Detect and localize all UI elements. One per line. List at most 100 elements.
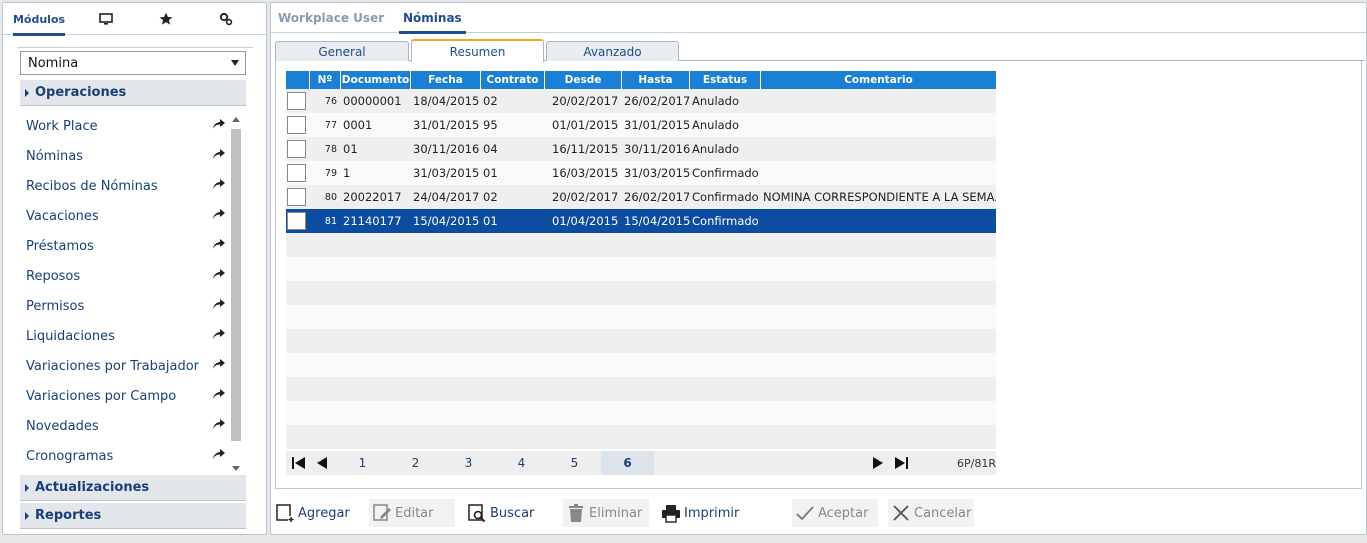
monitor-icon[interactable] bbox=[91, 3, 121, 35]
cell-estatus: Anulado bbox=[692, 142, 740, 156]
table-row[interactable]: 80 20022017 24/04/2017 02 20/02/2017 26/02/20… bbox=[286, 185, 996, 209]
editar-button[interactable]: Editar bbox=[369, 499, 455, 527]
sidebar-item[interactable]: Vacaciones bbox=[26, 201, 226, 231]
cell-contrato: 02 bbox=[483, 190, 498, 204]
cell-n: 78 bbox=[324, 143, 337, 155]
table-row[interactable]: 78 01 30/11/2016 04 16/11/2015 30/11/2016 Anul… bbox=[286, 137, 996, 161]
header-hasta[interactable]: Hasta bbox=[622, 71, 690, 89]
scrollbar[interactable] bbox=[230, 115, 242, 475]
table-row[interactable]: 77 0001 31/01/2015 95 01/01/2015 31/01/2015 An… bbox=[286, 113, 996, 137]
table-row[interactable]: 76 00000001 18/04/2015 02 20/02/2017 26/02/20… bbox=[286, 89, 996, 113]
page-button[interactable]: 2 bbox=[389, 451, 442, 475]
header-fecha[interactable]: Fecha bbox=[411, 71, 481, 89]
sidebar-item[interactable]: Novedades bbox=[26, 411, 226, 441]
eliminar-label: Eliminar bbox=[589, 505, 643, 521]
page-button[interactable]: 1 bbox=[336, 451, 389, 475]
cell-comentario bbox=[761, 209, 996, 233]
sidebar-item[interactable]: Work Place bbox=[26, 111, 226, 141]
sidebar-item[interactable]: Permisos bbox=[26, 291, 226, 321]
imprimir-button[interactable]: Imprimir bbox=[661, 499, 751, 527]
next-page-icon[interactable] bbox=[870, 456, 886, 470]
header-n[interactable]: Nº bbox=[310, 71, 341, 89]
table-row[interactable]: 81 21140177 15/04/2015 01 01/04/2015 15/04/20… bbox=[286, 209, 996, 233]
pager-info: 6P/81R bbox=[957, 456, 996, 470]
page-button[interactable]: 5 bbox=[548, 451, 601, 475]
menu-list: Work Place Nóminas Recibos de Nóminas Vacac… bbox=[20, 111, 232, 475]
cancelar-button[interactable]: Cancelar bbox=[888, 499, 974, 527]
agregar-label: Agregar bbox=[298, 505, 350, 521]
caret-right-icon bbox=[25, 88, 29, 97]
share-arrow-icon[interactable] bbox=[212, 358, 226, 370]
tab-workplace-user[interactable]: Workplace User bbox=[278, 3, 384, 33]
page-button[interactable]: 6 bbox=[601, 451, 654, 475]
app-root: Módulos Nomina Operaciones Work Place Nóm… bbox=[0, 0, 1367, 543]
tab-general[interactable]: General bbox=[275, 41, 409, 61]
buscar-button[interactable]: Buscar bbox=[467, 499, 547, 527]
last-page-icon[interactable] bbox=[893, 456, 909, 470]
row-checkbox[interactable] bbox=[287, 212, 306, 230]
cell-hasta: 31/03/2015 bbox=[624, 166, 690, 180]
row-checkbox[interactable] bbox=[287, 164, 306, 182]
tab-resumen[interactable]: Resumen bbox=[411, 39, 544, 62]
row-checkbox[interactable] bbox=[287, 92, 306, 110]
module-select-value: Nomina bbox=[28, 55, 79, 71]
header-desde[interactable]: Desde bbox=[545, 71, 622, 89]
row-checkbox[interactable] bbox=[287, 140, 306, 158]
page-button[interactable]: 4 bbox=[495, 451, 548, 475]
sidebar-item[interactable]: Reposos bbox=[26, 261, 226, 291]
section-operaciones[interactable]: Operaciones bbox=[20, 80, 246, 106]
header-documento[interactable]: Documento bbox=[341, 71, 411, 89]
share-arrow-icon[interactable] bbox=[212, 238, 226, 250]
sidebar-item[interactable]: Variaciones por Campo bbox=[26, 381, 226, 411]
section-actualizaciones[interactable]: Actualizaciones bbox=[20, 475, 246, 501]
tab-nominas[interactable]: Nóminas bbox=[399, 3, 466, 34]
cell-estatus: Confirmado bbox=[692, 190, 759, 204]
sidebar-item[interactable]: Variaciones por Trabajador bbox=[26, 351, 226, 381]
cell-fecha: 31/03/2015 bbox=[413, 166, 480, 180]
row-checkbox[interactable] bbox=[287, 116, 306, 134]
sidebar-item[interactable]: Liquidaciones bbox=[26, 321, 226, 351]
header-contrato[interactable]: Contrato bbox=[481, 71, 545, 89]
share-arrow-icon[interactable] bbox=[212, 178, 226, 190]
empty-row bbox=[286, 353, 996, 377]
check-icon bbox=[796, 506, 814, 521]
scroll-thumb[interactable] bbox=[231, 129, 241, 441]
aceptar-button[interactable]: Aceptar bbox=[792, 499, 878, 527]
sidebar-item[interactable]: Recibos de Nóminas bbox=[26, 171, 226, 201]
sidebar-item[interactable]: Préstamos bbox=[26, 231, 226, 261]
cell-doc: 01 bbox=[343, 142, 358, 156]
row-checkbox[interactable] bbox=[287, 188, 306, 206]
top-tabs: Workplace User Nóminas bbox=[271, 3, 1366, 34]
share-arrow-icon[interactable] bbox=[212, 118, 226, 130]
prev-page-icon[interactable] bbox=[314, 456, 330, 470]
cell-fecha: 15/04/2015 bbox=[413, 214, 480, 228]
section-reportes[interactable]: Reportes bbox=[20, 503, 246, 529]
agregar-button[interactable]: Agregar bbox=[275, 499, 355, 527]
tab-avanzado[interactable]: Avanzado bbox=[546, 41, 679, 61]
share-arrow-icon[interactable] bbox=[212, 298, 226, 310]
first-page-icon[interactable] bbox=[291, 456, 307, 470]
empty-row bbox=[286, 233, 996, 257]
star-icon[interactable] bbox=[151, 3, 181, 35]
share-arrow-icon[interactable] bbox=[212, 148, 226, 160]
header-comentario[interactable]: Comentario bbox=[761, 71, 996, 89]
sidebar-item-label: Nóminas bbox=[26, 148, 83, 164]
gear-settings-icon[interactable] bbox=[211, 3, 241, 35]
share-arrow-icon[interactable] bbox=[212, 418, 226, 430]
share-arrow-icon[interactable] bbox=[212, 388, 226, 400]
header-estatus[interactable]: Estatus bbox=[690, 71, 761, 89]
scroll-down-icon[interactable] bbox=[232, 466, 240, 471]
eliminar-button[interactable]: Eliminar bbox=[563, 499, 649, 527]
module-select[interactable]: Nomina bbox=[20, 51, 246, 75]
share-arrow-icon[interactable] bbox=[212, 328, 226, 340]
tab-modulos[interactable]: Módulos bbox=[13, 3, 65, 36]
sidebar-item[interactable]: Nóminas bbox=[26, 141, 226, 171]
sidebar-item[interactable]: Cronogramas bbox=[26, 441, 226, 471]
scroll-up-icon[interactable] bbox=[232, 117, 240, 122]
share-arrow-icon[interactable] bbox=[212, 448, 226, 460]
search-icon bbox=[468, 504, 486, 523]
share-arrow-icon[interactable] bbox=[212, 268, 226, 280]
share-arrow-icon[interactable] bbox=[212, 208, 226, 220]
page-button[interactable]: 3 bbox=[442, 451, 495, 475]
table-row[interactable]: 79 1 31/03/2015 01 16/03/2015 31/03/2015 Confi… bbox=[286, 161, 996, 185]
